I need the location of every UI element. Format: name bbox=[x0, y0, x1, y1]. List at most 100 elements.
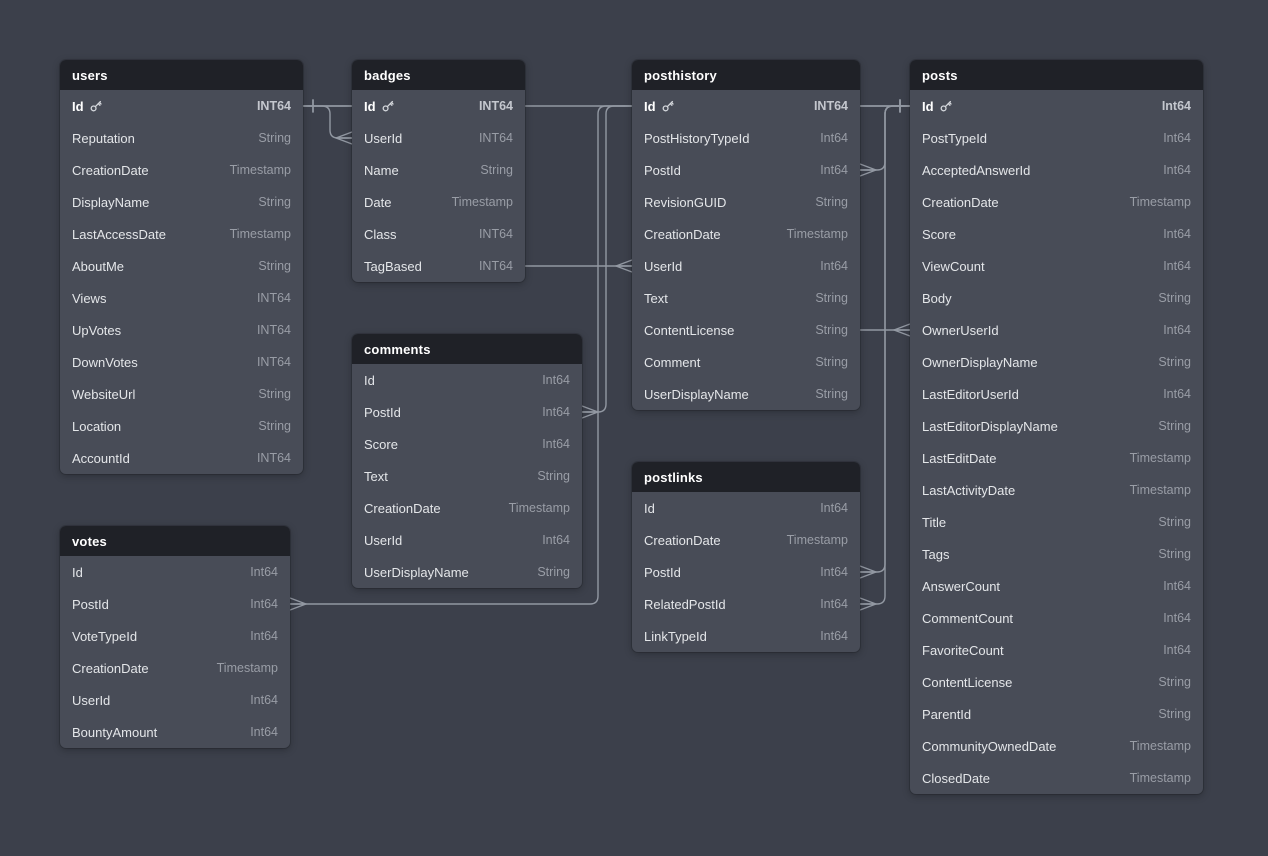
relationship-postlinks_RelatedPostId__posts_Id bbox=[860, 106, 910, 604]
field-type: Timestamp bbox=[509, 501, 570, 515]
field-row-posts-AcceptedAnswerId: AcceptedAnswerIdInt64 bbox=[910, 154, 1203, 186]
field-type: Int64 bbox=[820, 163, 848, 177]
table-header-comments[interactable]: comments bbox=[352, 334, 582, 364]
field-name: TagBased bbox=[364, 259, 422, 274]
table-users[interactable]: usersIdINT64ReputationStringCreationDate… bbox=[60, 60, 303, 474]
field-row-posts-CommunityOwnedDate: CommunityOwnedDateTimestamp bbox=[910, 730, 1203, 762]
field-type: Timestamp bbox=[452, 195, 513, 209]
votes_PostId__posts_Id-crowfoot-marker bbox=[290, 598, 306, 610]
field-row-posts-LastEditDate: LastEditDateTimestamp bbox=[910, 442, 1203, 474]
field-type: Int64 bbox=[1162, 99, 1191, 113]
field-row-posthistory-UserId: UserIdInt64 bbox=[632, 250, 860, 282]
field-name: UserDisplayName bbox=[644, 387, 749, 402]
field-name: FavoriteCount bbox=[922, 643, 1004, 658]
field-name: RevisionGUID bbox=[644, 195, 726, 210]
field-row-posts-Body: BodyString bbox=[910, 282, 1203, 314]
field-type: Int64 bbox=[1163, 579, 1191, 593]
field-type: String bbox=[258, 387, 291, 401]
field-row-posts-Score: ScoreInt64 bbox=[910, 218, 1203, 250]
field-name: ContentLicense bbox=[922, 675, 1012, 690]
field-row-users-Reputation: ReputationString bbox=[60, 122, 303, 154]
field-type: Int64 bbox=[820, 501, 848, 515]
field-type: INT64 bbox=[257, 323, 291, 337]
field-name: Date bbox=[364, 195, 391, 210]
field-name: AccountId bbox=[72, 451, 130, 466]
field-row-posthistory-Comment: CommentString bbox=[632, 346, 860, 378]
field-name: DownVotes bbox=[72, 355, 138, 370]
field-row-posts-LastEditorDisplayName: LastEditorDisplayNameString bbox=[910, 410, 1203, 442]
table-title: badges bbox=[364, 68, 411, 83]
field-row-votes-BountyAmount: BountyAmount Int64 bbox=[60, 716, 290, 748]
table-postlinks[interactable]: postlinksIdInt64CreationDateTimestampPos… bbox=[632, 462, 860, 652]
field-type: INT64 bbox=[814, 99, 848, 113]
field-name: Score bbox=[922, 227, 956, 242]
table-header-postlinks[interactable]: postlinks bbox=[632, 462, 860, 492]
er-diagram-canvas[interactable]: users Id INT64 ReputationString CreationDate… bbox=[0, 0, 1268, 856]
field-row-comments-Score: ScoreInt64 bbox=[352, 428, 582, 460]
table-title: votes bbox=[72, 534, 107, 549]
field-name: UserDisplayName bbox=[364, 565, 469, 580]
field-name: BountyAmount bbox=[72, 725, 157, 740]
field-type: Int64 bbox=[542, 405, 570, 419]
field-type: Timestamp bbox=[217, 661, 278, 675]
table-title: users bbox=[72, 68, 108, 83]
table-title: posthistory bbox=[644, 68, 717, 83]
field-name: LastEditorUserId bbox=[922, 387, 1019, 402]
field-type: Timestamp bbox=[787, 533, 848, 547]
field-type: String bbox=[1158, 707, 1191, 721]
field-name: Class bbox=[364, 227, 397, 242]
table-header-posthistory[interactable]: posthistory bbox=[632, 60, 860, 90]
field-row-votes-Id: IdInt64 bbox=[60, 556, 290, 588]
field-row-posthistory-ContentLicense: ContentLicenseString bbox=[632, 314, 860, 346]
field-name: Id bbox=[72, 565, 83, 580]
field-row-posts-OwnerDisplayName: OwnerDisplayNameString bbox=[910, 346, 1203, 378]
field-name: CreationDate bbox=[644, 227, 721, 242]
field-row-posts-OwnerUserId: OwnerUserIdInt64 bbox=[910, 314, 1203, 346]
table-badges[interactable]: badgesIdINT64UserIdINT64NameStringDateTi… bbox=[352, 60, 525, 282]
field-row-posthistory-PostId: PostIdInt64 bbox=[632, 154, 860, 186]
field-name: CreationDate bbox=[922, 195, 999, 210]
field-name: Text bbox=[364, 469, 388, 484]
field-row-badges-Date: Date Timestamp bbox=[352, 186, 525, 218]
field-type: Timestamp bbox=[230, 227, 291, 241]
field-type: Int64 bbox=[250, 597, 278, 611]
field-row-users-Location: LocationString bbox=[60, 410, 303, 442]
field-row-posts-ViewCount: ViewCountInt64 bbox=[910, 250, 1203, 282]
field-type: String bbox=[1158, 515, 1191, 529]
field-type: String bbox=[258, 419, 291, 433]
field-type: Int64 bbox=[1163, 387, 1191, 401]
table-posts[interactable]: postsIdInt64PostTypeIdInt64AcceptedAnswe… bbox=[910, 60, 1203, 794]
field-row-posts-ClosedDate: ClosedDateTimestamp bbox=[910, 762, 1203, 794]
table-header-votes[interactable]: votes bbox=[60, 526, 290, 556]
field-name: AboutMe bbox=[72, 259, 124, 274]
field-row-votes-UserId: UserIdInt64 bbox=[60, 684, 290, 716]
table-header-badges[interactable]: badges bbox=[352, 60, 525, 90]
table-header-users[interactable]: users bbox=[60, 60, 303, 90]
field-type: Timestamp bbox=[230, 163, 291, 177]
table-comments[interactable]: commentsIdInt64PostIdInt64ScoreInt64Text… bbox=[352, 334, 582, 588]
field-name: AcceptedAnswerId bbox=[922, 163, 1030, 178]
field-type: Timestamp bbox=[1130, 739, 1191, 753]
field-row-comments-CreationDate: CreationDateTimestamp bbox=[352, 492, 582, 524]
comments_PostId__posts_Id-crowfoot-marker bbox=[582, 406, 598, 418]
field-name: UpVotes bbox=[72, 323, 121, 338]
field-type: String bbox=[815, 291, 848, 305]
field-row-badges-Class: ClassINT64 bbox=[352, 218, 525, 250]
field-name: RelatedPostId bbox=[644, 597, 726, 612]
posthistory_UserId__users_Id-crowfoot-marker bbox=[616, 260, 632, 272]
table-posthistory[interactable]: posthistoryIdINT64PostHistoryTypeIdInt64… bbox=[632, 60, 860, 410]
field-name: PostId bbox=[644, 565, 681, 580]
field-type: Int64 bbox=[250, 725, 278, 739]
field-name: PostId bbox=[364, 405, 401, 420]
table-votes[interactable]: votesIdInt64PostIdInt64VoteTypeIdInt64Cr… bbox=[60, 526, 290, 748]
field-name: Comment bbox=[644, 355, 700, 370]
field-type: String bbox=[258, 131, 291, 145]
field-row-posts-CommentCount: CommentCountInt64 bbox=[910, 602, 1203, 634]
field-name: ClosedDate bbox=[922, 771, 990, 786]
field-name: Tags bbox=[922, 547, 949, 562]
field-type: Int64 bbox=[820, 597, 848, 611]
field-name: UserId bbox=[72, 693, 110, 708]
table-header-posts[interactable]: posts bbox=[910, 60, 1203, 90]
field-row-users-LastAccessDate: LastAccessDate Timestamp bbox=[60, 218, 303, 250]
field-name: LastAccessDate bbox=[72, 227, 166, 242]
